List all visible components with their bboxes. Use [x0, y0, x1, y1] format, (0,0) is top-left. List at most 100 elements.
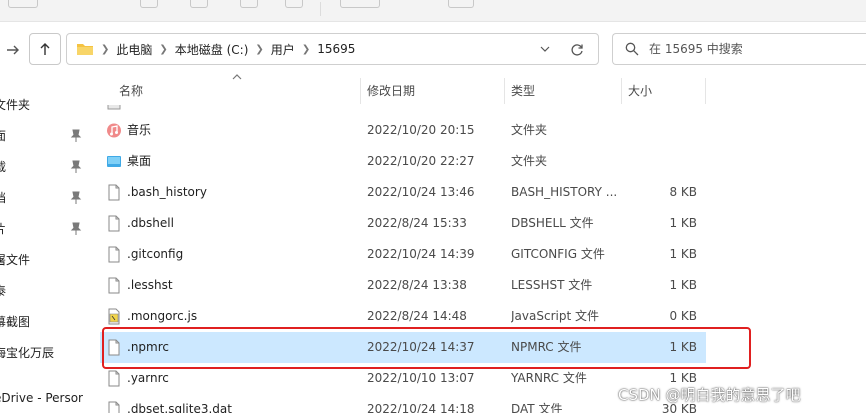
- refresh-icon: [571, 44, 583, 56]
- file-type: GITCONFIG 文件: [511, 247, 605, 261]
- toolbar-button-fragment[interactable]: [340, 0, 380, 8]
- nav-item-label: eDrive - Persor: [0, 390, 83, 405]
- nav-item-label: 档: [0, 191, 7, 205]
- nav-item-label: 面: [0, 129, 7, 143]
- toolbar-button-fragment[interactable]: [285, 0, 303, 8]
- file-icon: [108, 339, 120, 356]
- watermark: CSDN @明白我的意思了吧: [618, 386, 801, 404]
- file-size: 1 KB: [669, 340, 697, 354]
- breadcrumb-this-pc[interactable]: 此电脑: [116, 41, 152, 58]
- nav-item-folders[interactable]: 文件夹: [0, 89, 88, 120]
- file-row[interactable]: .gitconfig 2022/10/24 14:39 GITCONFIG 文件…: [100, 239, 706, 270]
- file-name: .yarnrc: [127, 371, 169, 385]
- file-name: .dbset.sqlite3.dat: [127, 402, 232, 413]
- nav-item-pictures[interactable]: 片: [0, 213, 88, 244]
- pin-icon[interactable]: [70, 160, 82, 174]
- file-row[interactable]: .yarnrc 2022/10/10 13:07 YARNRC 文件 1 KB: [100, 363, 706, 394]
- file-row[interactable]: .dbshell 2022/8/24 15:33 DBSHELL 文件 1 KB: [100, 208, 706, 239]
- nav-item-downloads[interactable]: 载: [0, 151, 88, 182]
- toolbar-separator: [320, 2, 321, 16]
- search-input[interactable]: [649, 42, 849, 56]
- nav-item-documents[interactable]: 档: [0, 182, 88, 213]
- file-icon: [108, 246, 120, 263]
- toolbar-button-fragment[interactable]: [448, 0, 474, 8]
- file-type: NPMRC 文件: [511, 340, 582, 354]
- breadcrumb-local-disk[interactable]: 本地磁盘 (C:): [175, 41, 249, 58]
- file-date: 2022/10/20 22:27: [367, 154, 475, 168]
- file-date: 2022/10/20 20:15: [367, 123, 475, 137]
- column-header-size[interactable]: 大小: [628, 78, 652, 104]
- file-row[interactable]: 桌面 2022/10/20 22:27 文件夹: [100, 146, 706, 177]
- chevron-right-icon: ❯: [101, 43, 110, 55]
- file-name: .npmrc: [127, 340, 169, 354]
- address-bar[interactable]: ❯ 此电脑 ❯ 本地磁盘 (C:) ❯ 用户 ❯ 15695: [66, 33, 599, 65]
- arrow-right-icon: [7, 45, 19, 55]
- file-size: [627, 146, 697, 177]
- file-row[interactable]: .lesshst 2022/8/24 13:38 LESSHST 文件 1 KB: [100, 270, 706, 301]
- file-icon: [107, 105, 121, 110]
- toolbar-button-fragment[interactable]: [190, 0, 208, 8]
- file-type: BASH_HISTORY ...: [511, 185, 618, 199]
- file-type: 文件夹: [511, 123, 548, 137]
- desktop-folder-icon: [107, 156, 121, 167]
- file-date: 2022/10/24 14:37: [367, 340, 475, 354]
- nav-item-label: 屠文件: [0, 253, 31, 267]
- chevron-right-icon[interactable]: ❯: [159, 44, 167, 55]
- column-header-type[interactable]: 类型: [511, 78, 535, 104]
- file-row[interactable]: .dbset.sqlite3.dat 2022/10/24 14:18 DAT …: [100, 394, 706, 413]
- file-type: 文件夹: [511, 154, 548, 168]
- nav-item-label: 片: [0, 222, 7, 236]
- file-date: 2022/8/24 13:38: [367, 278, 467, 292]
- file-icon: [108, 184, 120, 201]
- nav-item-desktop[interactable]: 面: [0, 120, 88, 151]
- pin-icon[interactable]: [70, 129, 82, 143]
- file-type: JavaScript 文件: [511, 309, 599, 323]
- nav-item-label: 幕截图: [0, 315, 31, 329]
- column-divider[interactable]: [504, 78, 505, 104]
- file-row[interactable]: .bash_history 2022/10/24 13:46 BASH_HIST…: [100, 177, 706, 208]
- breadcrumb-users[interactable]: 用户: [271, 41, 295, 58]
- chevron-down-icon: [540, 46, 550, 52]
- column-header-name[interactable]: 名称: [119, 78, 143, 104]
- toolbar-button-fragment[interactable]: [240, 0, 258, 8]
- address-history-dropdown[interactable]: [537, 41, 553, 57]
- chevron-right-icon[interactable]: ❯: [255, 44, 263, 55]
- file-date: 2022/8/24 15:33: [367, 216, 467, 230]
- nav-item-label: 载: [0, 160, 7, 174]
- up-button[interactable]: [29, 33, 61, 65]
- column-divider[interactable]: [360, 78, 361, 104]
- chevron-right-icon[interactable]: ❯: [302, 44, 310, 55]
- column-divider[interactable]: [705, 78, 706, 104]
- column-divider[interactable]: [621, 78, 622, 104]
- refresh-button[interactable]: [567, 40, 587, 60]
- nav-item-screenshots[interactable]: 幕截图: [0, 306, 88, 337]
- ribbon-toolbar: [0, 0, 866, 22]
- file-size: 1 KB: [669, 278, 697, 292]
- file-date: 2022/10/24 13:46: [367, 185, 475, 199]
- toolbar-button-fragment[interactable]: [8, 0, 38, 8]
- pin-icon[interactable]: [70, 222, 82, 236]
- file-name: .gitconfig: [127, 247, 184, 261]
- nav-item-folder[interactable]: 海宝化万辰: [0, 337, 88, 368]
- file-type: DAT 文件: [511, 402, 563, 413]
- nav-item-onedrive[interactable]: eDrive - Persor: [0, 382, 88, 413]
- file-date: 2022/8/24 14:48: [367, 309, 467, 323]
- file-row[interactable]: .mongorc.js 2022/8/24 14:48 JavaScript 文…: [100, 301, 706, 332]
- file-row-selected[interactable]: .npmrc 2022/10/24 14:37 NPMRC 文件 1 KB: [100, 332, 706, 363]
- navigation-pane: 文件夹 面 载 档 片 屠文件 泰 幕截图 海宝化万辰 eDrive - Per…: [0, 82, 88, 413]
- file-name: .lesshst: [127, 278, 173, 292]
- toolbar-button-fragment[interactable]: [140, 0, 158, 8]
- search-box[interactable]: [612, 33, 866, 65]
- nav-item-label: 文件夹: [0, 98, 31, 112]
- file-size: 8 KB: [669, 185, 697, 199]
- arrow-up-icon: [40, 43, 50, 55]
- nav-item-folder[interactable]: 屠文件: [0, 244, 88, 275]
- forward-button[interactable]: [0, 37, 26, 63]
- file-size: 1 KB: [669, 247, 697, 261]
- file-row[interactable]: 音乐 2022/10/20 20:15 文件夹: [100, 115, 706, 146]
- nav-item-folder[interactable]: 泰: [0, 275, 88, 306]
- file-name: .bash_history: [127, 185, 207, 199]
- breadcrumb-user-folder[interactable]: 15695: [317, 42, 355, 56]
- column-header-date[interactable]: 修改日期: [367, 78, 415, 104]
- pin-icon[interactable]: [70, 191, 82, 205]
